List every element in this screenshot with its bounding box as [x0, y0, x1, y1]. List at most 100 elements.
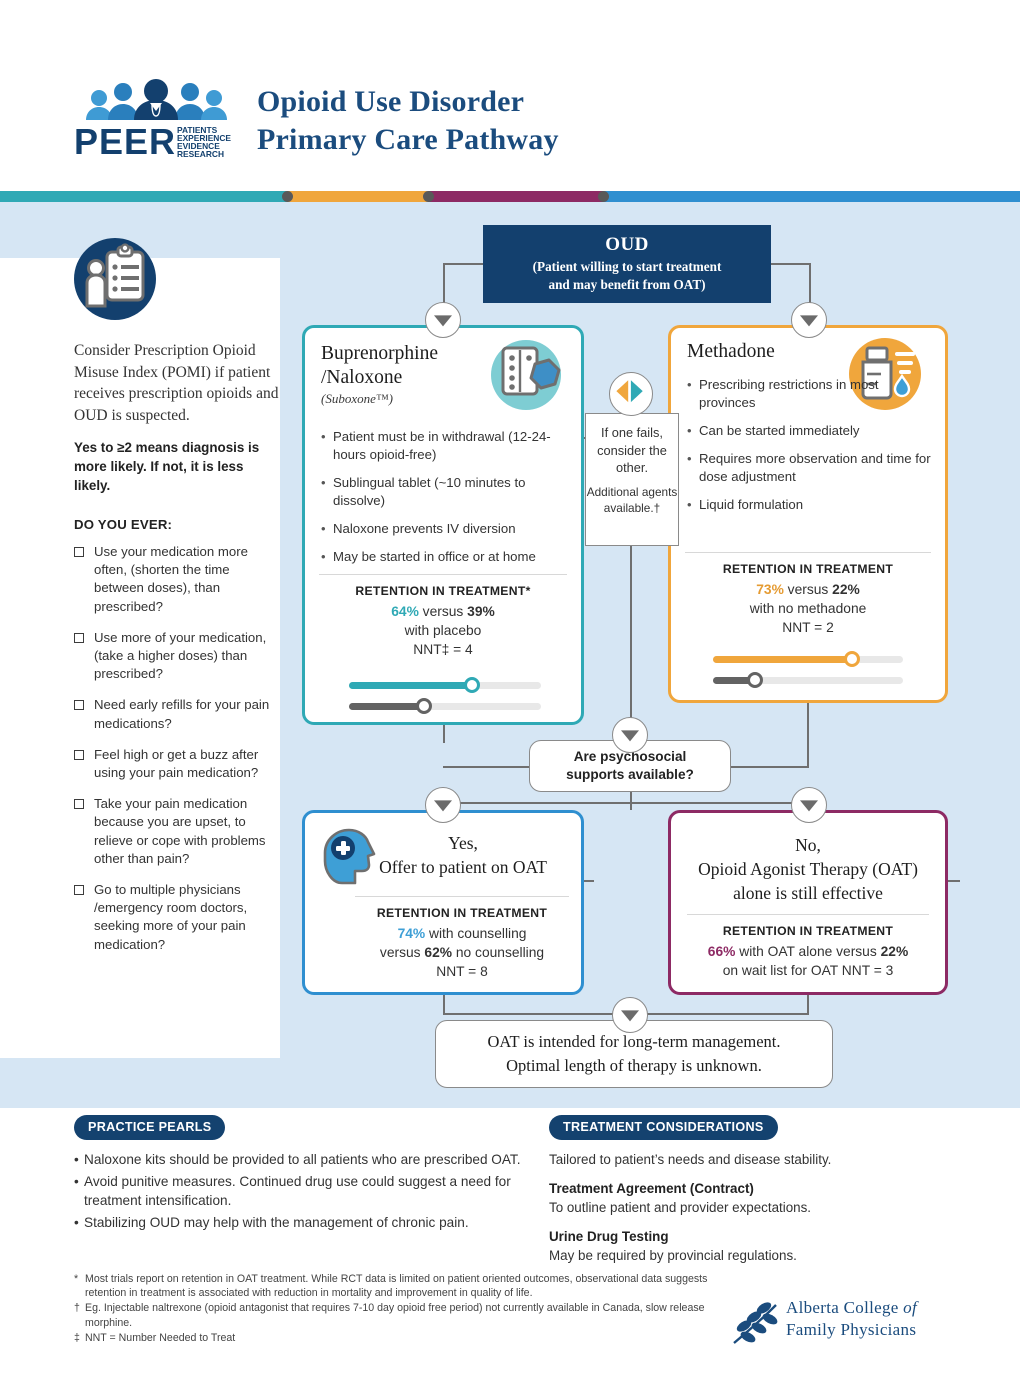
practice-pearl-item: • Naloxone kits should be provided to all…	[74, 1150, 544, 1170]
pill-blister-pack-icon	[491, 340, 561, 410]
no-branch-title-line1: No,	[795, 835, 821, 855]
no-retention-primary: 66%	[707, 944, 736, 959]
checkbox-icon[interactable]	[74, 632, 84, 643]
alberta-college-text: Alberta College of Family Physicians	[786, 1297, 917, 1341]
buprenorphine-bullet: • Naloxone prevents IV diversion	[321, 520, 571, 538]
consideration-item: Urine Drug Testing May be required by pro…	[549, 1227, 949, 1265]
footnote: † Eg. Injectable naltrexone (opioid antag…	[74, 1301, 714, 1329]
methadone-bullet-text: Prescribing restrictions in most provinc…	[699, 377, 879, 410]
stripe-segment-3	[603, 191, 1020, 202]
yes-retention-line3: NNT = 8	[436, 964, 488, 979]
bullet-icon: •	[74, 1214, 79, 1230]
pomi-check-item[interactable]: Use more of your medication, (take a hig…	[74, 629, 279, 684]
no-retention-text1: with OAT alone versus	[735, 944, 881, 959]
sidebar-emphasis: Yes to ≥2 means diagnosis is more likely…	[74, 440, 260, 493]
pomi-checklist: Use your medication more often, (shorten…	[74, 543, 279, 954]
pomi-check-label: Feel high or get a buzz after using your…	[94, 746, 259, 781]
consideration-heading: Urine Drug Testing	[549, 1229, 669, 1244]
yes-retention-text1: with counselling	[425, 926, 527, 941]
buprenorphine-bullet: • May be started in office or at home	[321, 548, 571, 566]
bullet-icon: •	[687, 377, 692, 392]
yes-branch-title-line1: Yes,	[448, 833, 478, 853]
footnote-text: Most trials report on retention in OAT t…	[85, 1273, 708, 1300]
buprenorphine-bullet: • Sublingual tablet (~10 minutes to disso…	[321, 474, 571, 510]
methadone-title: Methadone	[687, 341, 775, 362]
acfp-line1a: Alberta College	[786, 1298, 904, 1317]
methadone-bullet: • Requires more observation and time for …	[687, 450, 933, 486]
checkbox-icon[interactable]	[74, 799, 84, 810]
checkbox-icon[interactable]	[74, 885, 84, 896]
practice-pearl-text: Naloxone kits should be provided to all …	[84, 1152, 521, 1167]
methadone-bullet-text: Requires more observation and time for d…	[699, 451, 931, 484]
peer-logo: PEER PATIENTS EXPERIENCE EVIDENCE RESEAR…	[74, 79, 231, 160]
methadone-bullet: • Can be started immediately	[687, 422, 933, 440]
bullet-icon: •	[687, 497, 692, 512]
methadone-bullet-text: Can be started immediately	[699, 423, 860, 438]
treatment-considerations-label: TREATMENT CONSIDERATIONS	[549, 1115, 778, 1140]
methadone-retention-secondary: 22%	[832, 582, 860, 597]
practice-pearl-text: Stabilizing OUD may help with the manage…	[84, 1214, 469, 1230]
consideration-heading: Treatment Agreement (Contract)	[549, 1181, 754, 1196]
stripe-segment-0	[0, 191, 292, 202]
methadone-retention-stats: 73% versus 22% with no methadone NNT = 2	[685, 580, 931, 637]
pomi-check-item[interactable]: Need early refills for your pain medicat…	[74, 696, 279, 732]
psychosocial-line2: supports available?	[566, 767, 694, 782]
methadone-bullet: • Prescribing restrictions in most provin…	[687, 376, 933, 412]
buprenorphine-retention-bar-secondary	[349, 698, 541, 714]
chevron-down-icon-methadone	[791, 302, 827, 338]
leaf-branch-icon	[733, 1302, 778, 1344]
pomi-check-item[interactable]: Take your pain medication because you ar…	[74, 795, 279, 868]
buprenorphine-title: Buprenorphine /Naloxone	[321, 342, 496, 390]
checkbox-icon[interactable]	[74, 547, 84, 557]
yes-retention-heading: RETENTION IN TREATMENT	[376, 906, 548, 920]
buprenorphine-bullet-text: Sublingual tablet (~10 minutes to dissol…	[333, 475, 526, 508]
checkbox-icon[interactable]	[74, 700, 84, 711]
pomi-check-item[interactable]: Use your medication more often, (shorten…	[74, 543, 279, 616]
considerations-list: Treatment Agreement (Contract) To outline…	[549, 1179, 949, 1265]
page-title: Opioid Use Disorder Primary Care Pathway	[257, 83, 857, 159]
checkbox-icon[interactable]	[74, 749, 84, 760]
acfp-line1b: of	[903, 1298, 917, 1317]
practice-pearl-item: • Stabilizing OUD may help with the manag…	[74, 1213, 544, 1233]
chevron-down-icon-buprenorphine	[425, 302, 461, 338]
practice-pearl-item: • Avoid punitive measures. Continued drug…	[74, 1172, 544, 1211]
buprenorphine-bullet: • Patient must be in withdrawal (12-24-ho…	[321, 428, 571, 464]
chevron-down-icon-psychosocial	[612, 717, 648, 753]
no-branch-title-line3: alone is still effective	[733, 883, 883, 903]
buprenorphine-retention-line2: with placebo	[404, 623, 482, 638]
oud-title: OUD	[605, 234, 649, 255]
practice-pearls-list: • Naloxone kits should be provided to all…	[74, 1150, 544, 1232]
buprenorphine-bullet-text: Naloxone prevents IV diversion	[333, 521, 516, 536]
pomi-check-item[interactable]: Feel high or get a buzz after using your…	[74, 746, 279, 782]
footnote-marker: ‡	[74, 1331, 80, 1344]
considerations-intro: Tailored to patient’s needs and disease …	[549, 1152, 832, 1167]
psychosocial-question: Are psychosocial supports available?	[530, 748, 730, 784]
stripe-dot-2	[598, 191, 609, 202]
no-branch-title-line2: Opioid Agonist Therapy (OAT)	[698, 859, 918, 879]
pomi-check-item[interactable]: Go to multiple physicians /emergency roo…	[74, 881, 279, 954]
svg-text:PEER: PEER	[74, 121, 176, 160]
bullet-icon: •	[321, 475, 326, 490]
bullet-icon: •	[74, 1152, 79, 1167]
pomi-check-label: Use more of your medication, (take a hig…	[94, 629, 267, 682]
chevron-down-icon-final	[612, 997, 648, 1033]
footnote-marker: *	[74, 1273, 79, 1285]
svg-text:RESEARCH: RESEARCH	[177, 149, 224, 159]
buprenorphine-brand: (Suboxone™)	[321, 391, 393, 406]
bullet-icon: •	[321, 521, 326, 536]
bullet-icon: •	[687, 451, 692, 466]
footnote-marker: †	[74, 1302, 80, 1315]
methadone-bullet-text: Liquid formulation	[699, 497, 804, 512]
stripe-dot-1	[423, 191, 434, 202]
methadone-retention-bar-secondary	[713, 672, 903, 688]
stripe-segment-1	[287, 191, 433, 202]
yes-branch-title-line2: Offer to patient on OAT	[379, 857, 547, 877]
page-title-line1: Opioid Use Disorder	[257, 85, 525, 118]
oud-subtitle: (Patient willing to start treatment and …	[483, 258, 771, 294]
buprenorphine-retention-mid: versus	[418, 604, 468, 619]
consideration-detail: May be required by provincial regulation…	[549, 1248, 797, 1263]
footnote-text: Eg. Injectable naltrexone (opioid antago…	[85, 1302, 705, 1329]
bullet-icon: •	[321, 549, 326, 564]
if-one-fails-sub: Additional agents available.†	[586, 484, 678, 515]
color-stripe	[0, 191, 1020, 202]
